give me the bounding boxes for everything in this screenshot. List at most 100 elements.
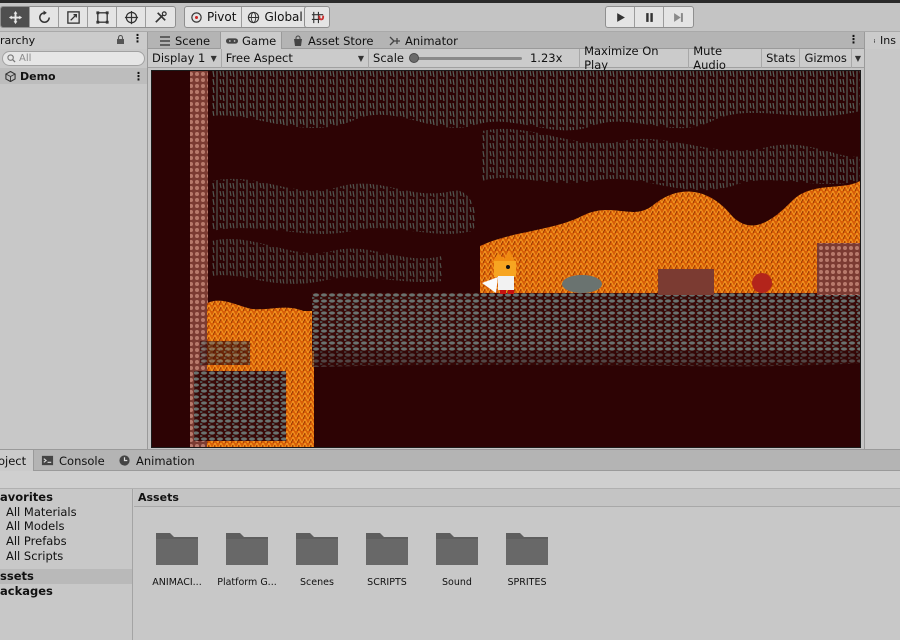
folder-label: Scenes xyxy=(300,577,334,588)
folder-item[interactable]: Platform G... xyxy=(212,527,282,588)
grid-snap-button[interactable] xyxy=(304,6,330,28)
mute-audio-toggle[interactable]: Mute Audio xyxy=(689,44,763,72)
favorite-item[interactable]: All Scripts xyxy=(0,548,132,563)
rolling-ball-sprite xyxy=(752,273,772,293)
transform-icon xyxy=(124,10,138,24)
rotate-tool-button[interactable] xyxy=(30,7,59,27)
aspect-dropdown[interactable]: Free Aspect ▼ xyxy=(222,48,370,68)
folder-grid: ANIMACI... Platform G... Scenes SCRIPTS … xyxy=(142,527,562,588)
custom-tool-button[interactable] xyxy=(146,7,175,27)
gizmos-toggle[interactable]: Gizmos xyxy=(800,49,850,68)
pivot-toggle[interactable]: Pivot xyxy=(185,7,243,27)
folder-item[interactable]: SCRIPTS xyxy=(352,527,422,588)
maximize-on-play-label: Maximize On Play xyxy=(584,44,659,72)
scale-control: Scale 1.23x xyxy=(369,48,581,68)
unity-scene-icon xyxy=(5,70,16,82)
folder-label: ANIMACI... xyxy=(152,577,202,588)
global-toggle[interactable]: Global xyxy=(242,7,307,27)
tab-project[interactable]: oject xyxy=(0,450,34,471)
favorites-header[interactable]: avorites xyxy=(0,490,132,505)
tab-game[interactable]: Game xyxy=(220,32,283,49)
scene-row-demo[interactable]: Demo ⋮ xyxy=(0,68,147,84)
tab-asset-store[interactable]: Asset Store xyxy=(287,32,379,49)
scale-slider[interactable] xyxy=(408,52,522,63)
tab-animation[interactable]: Animation xyxy=(113,450,200,471)
store-bag-icon xyxy=(294,35,302,46)
step-button[interactable] xyxy=(664,7,693,27)
packages-folder-item[interactable]: ackages xyxy=(0,584,132,599)
play-icon xyxy=(616,12,625,22)
transform-tool-button[interactable] xyxy=(117,7,146,27)
pause-button[interactable] xyxy=(635,7,664,27)
favorite-item[interactable]: All Materials xyxy=(0,505,132,520)
assets-tree-label: ssets xyxy=(0,569,34,584)
chevron-down-icon: ▼ xyxy=(854,53,862,63)
move-tool-button[interactable] xyxy=(1,7,30,27)
kebab-menu-icon[interactable]: ⋮ xyxy=(132,32,143,45)
aspect-value: Free Aspect xyxy=(225,51,293,65)
tab-animation-label: Animation xyxy=(136,453,195,468)
project-assets-view: Assets ANIMACI... Platform G... Scenes S… xyxy=(134,489,900,640)
packages-tree-label: ackages xyxy=(0,583,53,598)
assets-breadcrumb[interactable]: Assets xyxy=(134,489,900,507)
move-icon xyxy=(8,10,22,24)
view-menu-icon[interactable]: ⋮ xyxy=(848,33,859,46)
folder-item[interactable]: Scenes xyxy=(282,527,352,588)
playback-controls xyxy=(605,6,694,28)
project-tabbar: oject Console Animation xyxy=(0,450,900,471)
game-viewport[interactable] xyxy=(151,70,861,448)
tab-inspector[interactable]: Ins xyxy=(865,32,900,49)
project-panel: oject Console Animation avorites All Mat… xyxy=(0,449,900,640)
game-view-panel: Scene Game Asset Store Animator ⋮ Displa… xyxy=(148,32,864,449)
globe-icon xyxy=(248,11,260,23)
tab-animator[interactable]: Animator xyxy=(384,32,463,49)
tab-console-label: Console xyxy=(59,453,105,468)
tab-scene[interactable]: Scene xyxy=(154,32,215,49)
tab-hierarchy[interactable]: rarchy ⋮ xyxy=(0,32,148,49)
play-button[interactable] xyxy=(606,7,635,27)
folder-label: Platform G... xyxy=(217,577,277,588)
rect-tool-button[interactable] xyxy=(88,7,117,27)
folder-item[interactable]: ANIMACI... xyxy=(142,527,212,588)
scale-slider-thumb[interactable] xyxy=(408,52,419,63)
gizmos-label: Gizmos xyxy=(804,51,847,65)
chevron-down-icon: ▼ xyxy=(357,53,365,63)
folder-label: Sound xyxy=(442,577,472,588)
favorite-label: All Models xyxy=(6,519,65,534)
mute-audio-label: Mute Audio xyxy=(693,44,726,72)
hierarchy-panel: rarchy ⋮ All Demo ⋮ xyxy=(0,32,148,449)
folder-icon xyxy=(226,533,268,565)
scale-tool-button[interactable] xyxy=(59,7,88,27)
inspector-panel: Ins xyxy=(864,32,900,449)
step-icon xyxy=(674,12,683,22)
display-value: Display 1 xyxy=(152,51,206,65)
assets-folder-item[interactable]: ssets xyxy=(0,568,132,584)
folder-item[interactable]: SPRITES xyxy=(492,527,562,588)
display-dropdown[interactable]: Display 1 ▼ xyxy=(148,48,222,68)
lock-icon[interactable] xyxy=(116,35,125,45)
hierarchy-search-input[interactable]: All xyxy=(2,51,145,66)
favorite-label: All Materials xyxy=(6,504,77,519)
scale-icon xyxy=(66,10,80,24)
scale-value: 1.23x xyxy=(529,51,563,65)
tab-console[interactable]: Console xyxy=(36,450,110,471)
assets-header-label: Assets xyxy=(138,491,179,504)
maximize-on-play-toggle[interactable]: Maximize On Play xyxy=(580,44,690,72)
console-icon xyxy=(41,455,54,466)
tab-asset-store-label: Asset Store xyxy=(308,33,374,48)
main-toolbar: Pivot Global xyxy=(0,0,900,32)
scene-menu-icon[interactable]: ⋮ xyxy=(133,70,144,83)
pivot-label: Pivot xyxy=(207,10,237,24)
folder-item[interactable]: Sound xyxy=(422,527,492,588)
hierarchy-tab-label: rarchy xyxy=(0,34,36,47)
rect-icon xyxy=(95,10,109,24)
grid-snap-icon xyxy=(311,11,324,23)
search-placeholder: All xyxy=(19,53,32,64)
scene-name: Demo xyxy=(20,69,56,83)
stats-toggle[interactable]: Stats xyxy=(762,48,801,68)
favorite-label: All Prefabs xyxy=(6,534,67,549)
favorite-item[interactable]: All Models xyxy=(0,519,132,534)
search-icon xyxy=(7,54,16,63)
favorite-item[interactable]: All Prefabs xyxy=(0,534,132,549)
gizmos-dropdown[interactable]: ▼ xyxy=(850,48,864,68)
